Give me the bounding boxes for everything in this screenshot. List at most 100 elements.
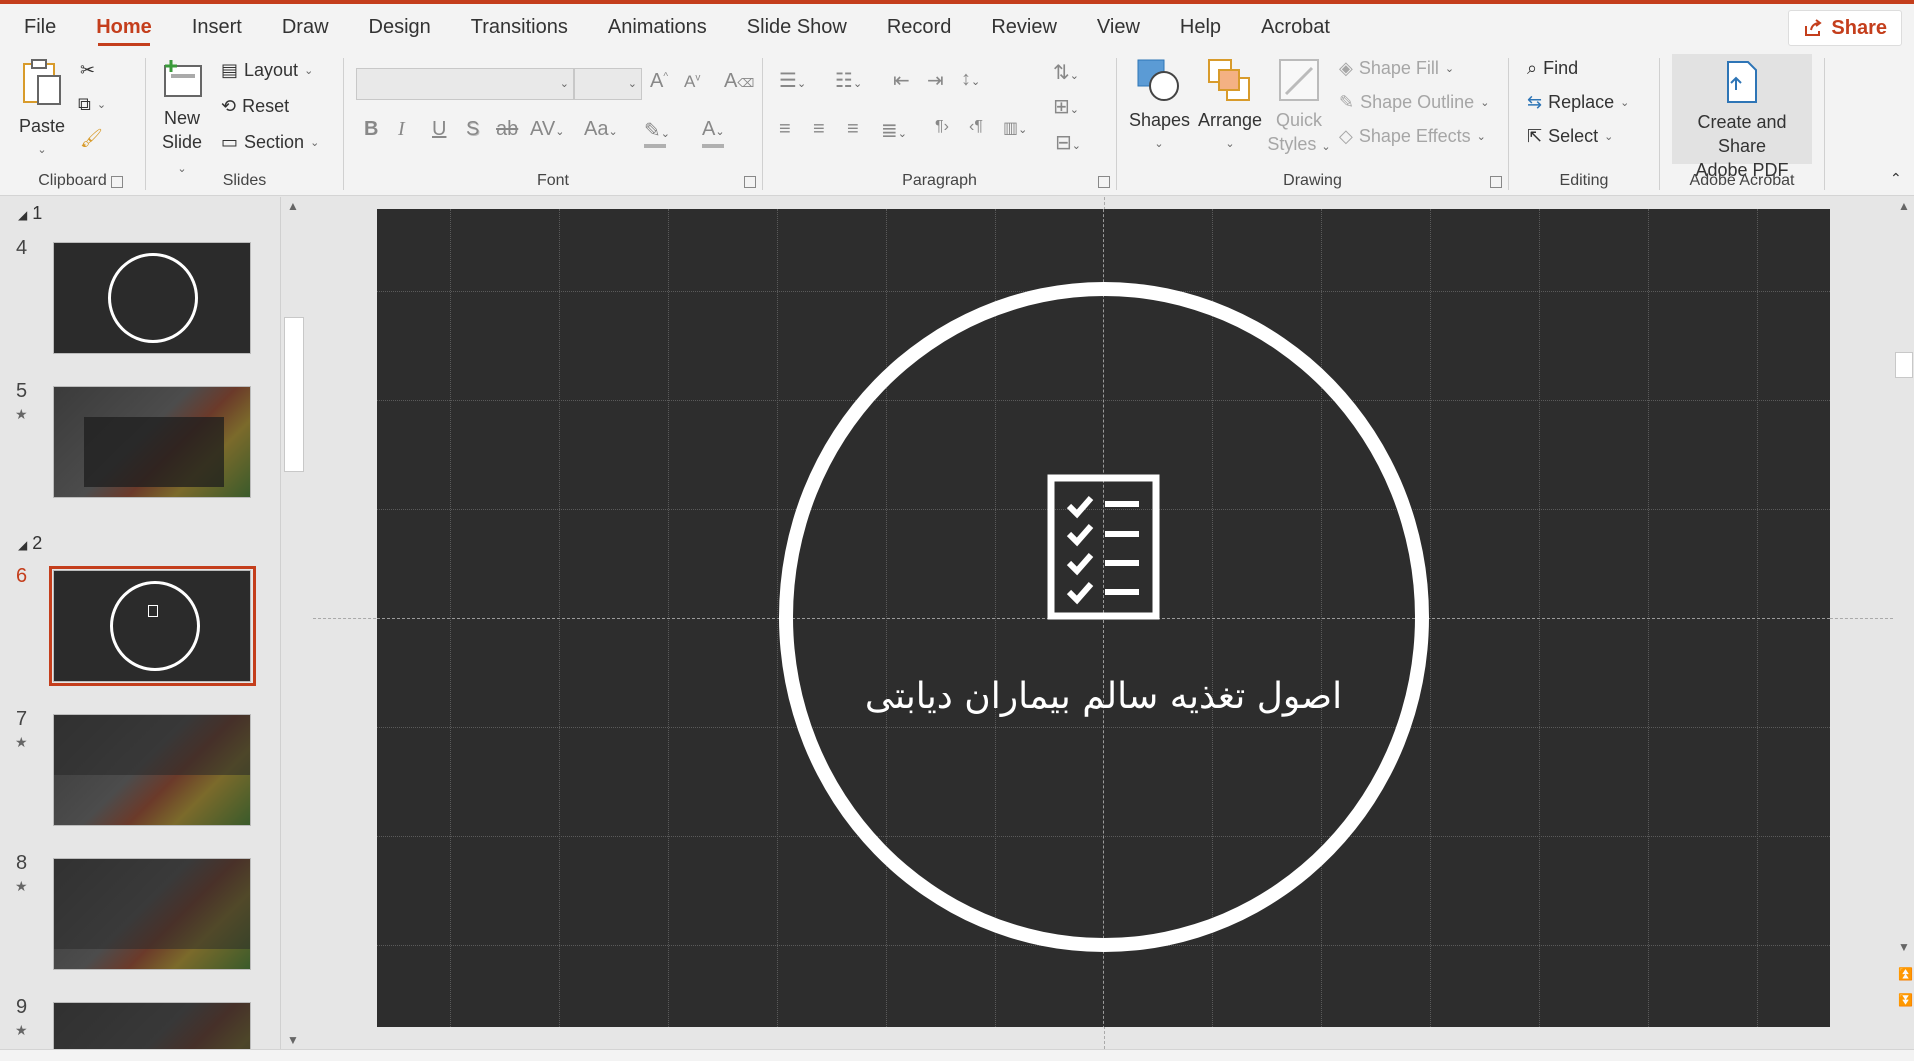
tab-help[interactable]: Help [1160,4,1241,50]
scroll-down-icon[interactable]: ▼ [287,1033,299,1047]
copy-button[interactable]: ⧉ ⌄ [78,94,106,115]
shape-outline-label: Shape Outline [1360,92,1475,112]
strikethrough-button[interactable]: ab [496,118,518,141]
shapes-button[interactable]: Shapes ⌄ [1129,58,1191,156]
underline-button[interactable]: U [432,118,446,141]
reset-button[interactable]: ⟲ Reset [221,96,289,117]
collapse-triangle-icon: ◢ [18,208,28,222]
shape-fill-button[interactable]: ◈ Shape Fill ⌄ [1339,58,1454,79]
format-painter-button[interactable]: 🖌 [80,128,103,149]
quick-styles-button[interactable]: Quick Styles ⌄ [1267,58,1331,159]
checklist-icon[interactable] [1047,474,1160,620]
paste-button[interactable]: Paste ⌄ [16,58,68,162]
tab-slide-show[interactable]: Slide Show [727,4,867,50]
slide-thumbnail-6[interactable] [53,570,251,682]
scrollbar-thumb[interactable] [284,317,304,472]
create-pdf-button[interactable]: Create and Share Adobe PDF [1672,54,1812,180]
arrange-button[interactable]: Arrange ⌄ [1195,58,1265,156]
justify-icon[interactable]: ≣⌄ [881,118,907,143]
smartart-icon[interactable]: ⊟⌄ [1055,130,1081,155]
shapes-label: Shapes [1129,110,1191,130]
tab-insert[interactable]: Insert [172,4,262,50]
slide-thumbnail-8[interactable] [53,858,251,970]
share-button[interactable]: Share [1788,10,1902,46]
layout-button[interactable]: ▤ Layout ⌄ [221,60,313,81]
replace-label: Replace [1548,92,1615,112]
rtl-direction-icon[interactable]: ‹¶ [969,118,983,136]
section-header-2[interactable]: ◢ 2 [18,533,42,554]
tab-file[interactable]: File [0,4,76,50]
ltr-direction-icon[interactable]: ¶› [935,118,949,136]
slide-scrollbar[interactable]: ▲ ▼ ⏫ ⏬ [1894,197,1914,1049]
text-shadow-button[interactable]: S [466,118,479,141]
find-button[interactable]: ⌕ Find [1527,58,1578,79]
character-spacing-button[interactable]: AV⌄ [530,118,564,141]
scroll-up-icon[interactable]: ▲ [287,199,299,213]
select-button[interactable]: ⇱ Select ⌄ [1527,126,1613,147]
font-size-combo[interactable]: ⌄ [574,68,642,100]
line-spacing-icon[interactable]: ↕⌄ [961,68,980,91]
slide-canvas[interactable]: اصول تغذیه سالم بیماران دیابتی [377,209,1830,1027]
section-header-1[interactable]: ◢ 1 [18,203,42,224]
shape-effects-button[interactable]: ◇ Shape Effects ⌄ [1339,126,1486,147]
paste-label: Paste [18,116,66,136]
paste-icon [23,59,61,105]
tab-view[interactable]: View [1077,4,1160,50]
reset-label: Reset [242,96,290,116]
collapse-triangle-icon: ◢ [18,538,28,552]
scrollbar-thumb[interactable] [1895,352,1913,378]
columns-icon[interactable]: ▥⌄ [1003,118,1027,138]
arrange-icon [1208,59,1250,101]
text-direction-icon[interactable]: ⇅⌄ [1053,60,1079,85]
align-center-icon[interactable]: ≡ [813,118,825,141]
replace-button[interactable]: ⇆ Replace ⌄ [1527,92,1629,113]
bold-button[interactable]: B [364,118,378,141]
align-right-icon[interactable]: ≡ [847,118,859,141]
italic-button[interactable]: I [398,118,405,141]
shape-outline-button[interactable]: ✎ Shape Outline ⌄ [1339,92,1489,113]
increase-indent-icon[interactable]: ⇥ [927,68,944,93]
align-text-icon[interactable]: ⊞⌄ [1053,94,1079,119]
tab-home[interactable]: Home [76,4,172,50]
tab-review[interactable]: Review [971,4,1077,50]
clipboard-launcher-icon[interactable] [111,176,123,188]
paint-bucket-icon: ◈ [1339,58,1353,78]
increase-font-icon[interactable]: A^ [650,70,668,93]
tab-acrobat[interactable]: Acrobat [1241,4,1350,50]
tab-record[interactable]: Record [867,4,971,50]
tab-draw[interactable]: Draw [262,4,349,50]
checklist-icon [148,605,158,617]
decrease-font-icon[interactable]: Av [684,72,700,92]
slide-title[interactable]: اصول تغذیه سالم بیماران دیابتی [377,676,1830,717]
slide-thumbnail-7[interactable] [53,714,251,826]
share-icon [1805,19,1823,36]
new-slide-button[interactable]: New Slide ⌄ [156,58,208,181]
shapes-icon [1137,59,1179,101]
scroll-up-icon[interactable]: ▲ [1898,199,1910,213]
clear-formatting-icon[interactable]: A⌫ [724,70,754,93]
collapse-ribbon-icon[interactable]: ⌃ [1890,170,1902,187]
font-family-combo[interactable]: ⌄ [356,68,574,100]
drawing-launcher-icon[interactable] [1490,176,1502,188]
align-left-icon[interactable]: ≡ [779,118,791,141]
tab-animations[interactable]: Animations [588,4,727,50]
font-color-button[interactable]: A⌄ [702,118,725,148]
slide-thumbnail-5[interactable] [53,386,251,498]
paragraph-launcher-icon[interactable] [1098,176,1110,188]
scroll-down-icon[interactable]: ▼ [1898,940,1910,954]
tab-transitions[interactable]: Transitions [451,4,588,50]
change-case-button[interactable]: Aa⌄ [584,118,618,141]
thumbnails-scrollbar[interactable]: ▲ ▼ [280,197,306,1049]
numbering-icon[interactable]: ☷⌄ [835,68,862,93]
font-launcher-icon[interactable] [744,176,756,188]
section-button[interactable]: ▭ Section ⌄ [221,132,319,153]
slide-thumbnail-9[interactable] [53,1002,251,1049]
bullets-icon[interactable]: ☰⌄ [779,68,806,93]
previous-slide-icon[interactable]: ⏫ [1898,967,1913,981]
next-slide-icon[interactable]: ⏬ [1898,993,1913,1007]
cut-button[interactable]: ✂ [80,60,95,81]
tab-design[interactable]: Design [349,4,451,50]
slide-thumbnail-4[interactable] [53,242,251,354]
decrease-indent-icon[interactable]: ⇤ [893,68,910,93]
highlight-color-button[interactable]: ✎⌄ [644,118,670,148]
